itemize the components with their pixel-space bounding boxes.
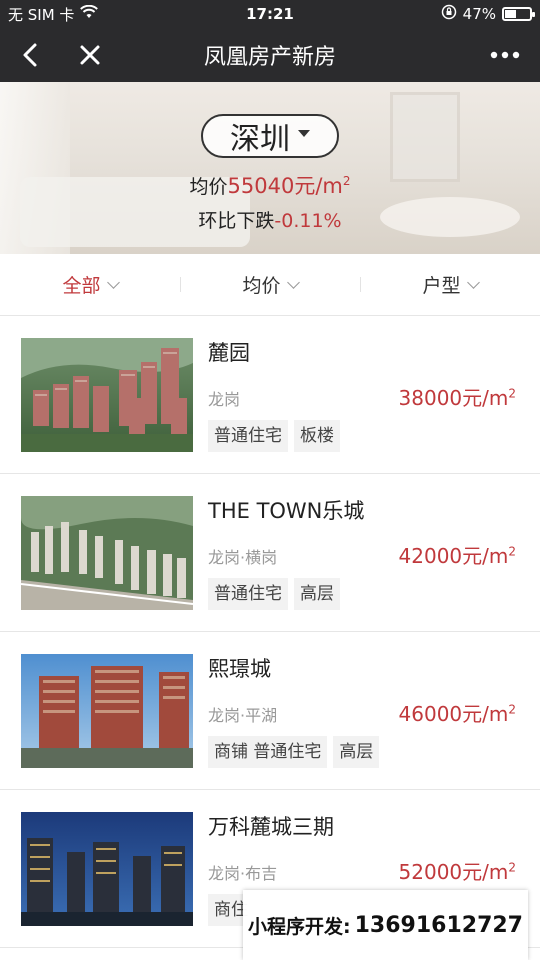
listing-price: 52000元/m2 [399,856,516,885]
more-dots-icon [490,51,520,59]
listing-item[interactable]: 麓园 龙岗 38000元/m2 普通住宅 板楼 [0,316,540,474]
chevron-down-icon [466,275,480,289]
back-button[interactable] [0,28,60,82]
listing-name: 熙璟城 [208,657,271,681]
filter-all[interactable]: 全部 [0,271,180,298]
average-price-label: 均价 [189,176,228,198]
listing-price-unit-sup: 2 [508,386,516,401]
listing-district: 龙岗·横岗 [208,548,278,567]
filter-bar: 全部 均价 户型 [0,254,540,316]
average-price-number: 55040元/m [227,174,343,198]
status-time: 17:21 [246,5,294,23]
chevron-down-icon [286,275,300,289]
hero-background-frame [390,92,460,182]
listing-info: 万科麓城三期 龙岗·布吉 52000元/m2 商住 [208,812,520,926]
status-bar: 无 SIM 卡 17:21 47% [0,0,540,28]
listing-info: 熙璟城 龙岗·平湖 46000元/m2 商铺 普通住宅 高层 [208,654,520,768]
listing-tags: 普通住宅 高层 [208,578,340,610]
average-price: 均价55040元/m2 [0,170,540,200]
filter-price-label: 均价 [242,275,281,297]
city-selector[interactable]: 深圳 [201,114,339,158]
listing-price: 38000元/m2 [399,382,516,411]
mom-value: -0.11% [274,210,342,232]
listing-tag: 高层 [333,736,380,768]
listing-price: 46000元/m2 [399,698,516,727]
listing-list: 麓园 龙岗 38000元/m2 普通住宅 板楼 THE TOWN乐城 龙岗·横岗… [0,316,540,948]
listing-item[interactable]: 熙璟城 龙岗·平湖 46000元/m2 商铺 普通住宅 高层 [0,632,540,790]
listing-price-unit-sup: 2 [508,702,516,717]
listing-photo [21,654,193,768]
listing-info: 麓园 龙岗 38000元/m2 普通住宅 板楼 [208,338,520,452]
listing-price: 42000元/m2 [399,540,516,569]
listing-price-number: 52000元/m [398,860,509,884]
listing-tag: 商铺 普通住宅 [208,736,328,768]
listing-price-unit-sup: 2 [508,860,516,875]
mom-label: 环比下跌 [198,210,275,232]
listing-price-number: 38000元/m [398,386,509,410]
nav-bar: 凤凰房产新房 [0,28,540,82]
close-button[interactable] [60,28,120,82]
listing-district: 龙岗·平湖 [208,706,278,725]
listing-tag: 板楼 [294,420,340,452]
listing-name: 万科麓城三期 [208,815,334,839]
listing-tag: 高层 [294,578,340,610]
listing-info: THE TOWN乐城 龙岗·横岗 42000元/m2 普通住宅 高层 [208,496,520,610]
chevron-down-icon [106,275,120,289]
listing-name: 麓园 [208,341,250,365]
filter-layout-label: 户型 [422,275,461,297]
listing-item[interactable]: THE TOWN乐城 龙岗·横岗 42000元/m2 普通住宅 高层 [0,474,540,632]
watermark-phone: 13691612727 [354,912,523,938]
back-arrow-icon [23,43,37,67]
average-price-unit-sup: 2 [342,174,351,188]
filter-layout[interactable]: 户型 [360,271,540,298]
listing-tag: 普通住宅 [208,420,288,452]
contact-watermark: 小程序开发: 13691612727 [243,890,528,960]
listing-price-unit-sup: 2 [508,544,516,559]
filter-all-label: 全部 [62,275,101,297]
close-icon [80,45,100,65]
listing-tags: 商铺 普通住宅 高层 [208,736,380,768]
average-price-value: 55040元/m2 [228,174,351,198]
more-button[interactable] [470,28,540,82]
caret-down-icon [298,129,310,137]
listing-district: 龙岗·布吉 [208,864,278,883]
listing-photo [21,496,193,610]
month-over-month: 环比下跌-0.11% [0,206,540,233]
listing-price-number: 42000元/m [398,544,509,568]
battery-fill [505,10,516,18]
watermark-label: 小程序开发: [248,915,351,938]
listing-district: 龙岗 [208,390,241,409]
listing-photo [21,338,193,452]
battery-icon [502,7,535,21]
city-name: 深圳 [230,122,290,157]
listing-name: THE TOWN乐城 [208,499,365,523]
hero-banner: 深圳 均价55040元/m2 环比下跌-0.11% [0,82,540,254]
listing-photo [21,812,193,926]
listing-price-number: 46000元/m [398,702,509,726]
listing-tags: 普通住宅 板楼 [208,420,340,452]
filter-price[interactable]: 均价 [180,271,360,298]
listing-tag: 普通住宅 [208,578,288,610]
